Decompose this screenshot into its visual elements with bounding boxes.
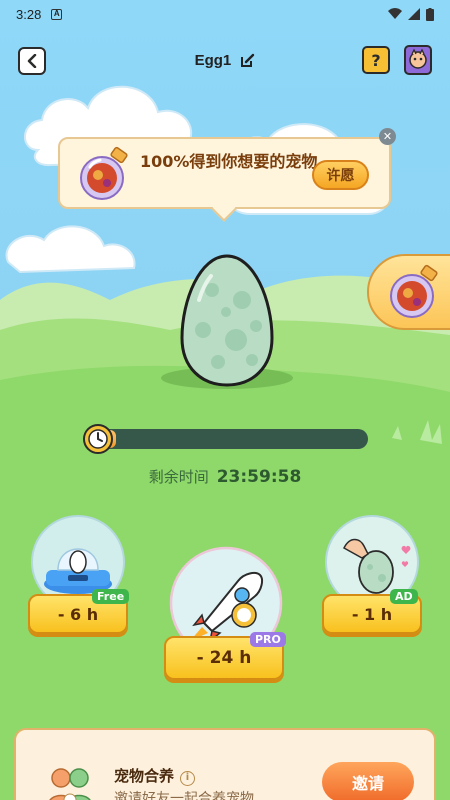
remaining-value: 23:59:58 bbox=[216, 467, 302, 487]
ad-tag: AD bbox=[390, 589, 418, 604]
wifi-icon bbox=[388, 8, 402, 19]
status-bar: 3:28 A bbox=[0, 0, 450, 28]
egg bbox=[180, 254, 274, 387]
wish-potion-icon bbox=[80, 146, 128, 200]
invite-button[interactable]: 邀请 bbox=[322, 762, 414, 800]
potion-icon bbox=[390, 264, 438, 318]
status-icons bbox=[388, 7, 434, 21]
question-icon: ? bbox=[371, 50, 381, 70]
info-icon[interactable]: i bbox=[180, 771, 196, 786]
wish-popup: 100%得到你想要的宠物 许愿 bbox=[58, 137, 391, 222]
edit-name-icon[interactable] bbox=[241, 53, 255, 71]
side-potion-button[interactable] bbox=[367, 254, 450, 330]
close-popup-button[interactable]: ✕ bbox=[379, 128, 396, 145]
top-bar: Egg1 ? bbox=[0, 44, 450, 80]
pet-album-button[interactable] bbox=[403, 44, 433, 76]
co-raise-title: 宠物合养 i bbox=[114, 765, 196, 786]
clock-icon bbox=[83, 424, 113, 454]
progress-track bbox=[92, 429, 368, 449]
help-button[interactable]: ? bbox=[362, 46, 390, 74]
boost-1h[interactable]: - 1 h AD bbox=[322, 512, 426, 637]
co-raise-card: 宠物合养 i 邀请好友一起合养宠物 邀请 bbox=[14, 728, 436, 800]
co-raise-description: 邀请好友一起合养宠物 bbox=[114, 791, 254, 800]
status-time: 3:28 bbox=[16, 6, 42, 22]
remaining-time: 剩余时间 23:59:58 bbox=[0, 466, 450, 487]
page-title: Egg1 bbox=[194, 52, 232, 69]
signal-icon bbox=[408, 8, 420, 20]
game-scene: 3:28 A Egg1 ? 100%得到你想要的宠物 许愿 ✕ 剩余时间 23:… bbox=[0, 0, 450, 800]
co-raise-title-text: 宠物合养 bbox=[114, 767, 175, 785]
wish-button[interactable]: 许愿 bbox=[312, 160, 369, 190]
wish-text: 100%得到你想要的宠物 bbox=[140, 152, 318, 171]
pro-tag: PRO bbox=[250, 632, 286, 647]
sim-icon: A bbox=[51, 8, 63, 20]
free-tag: Free bbox=[92, 589, 130, 604]
boost-24h[interactable]: - 24 h PRO bbox=[164, 545, 288, 687]
incubation-progress bbox=[82, 423, 370, 455]
battery-icon bbox=[426, 7, 434, 21]
boost-6h[interactable]: - 6 h Free bbox=[28, 512, 132, 637]
close-icon: ✕ bbox=[382, 130, 393, 143]
remaining-label: 剩余时间 bbox=[148, 468, 209, 486]
friends-icon bbox=[49, 768, 91, 800]
pet-book-icon bbox=[404, 45, 432, 75]
